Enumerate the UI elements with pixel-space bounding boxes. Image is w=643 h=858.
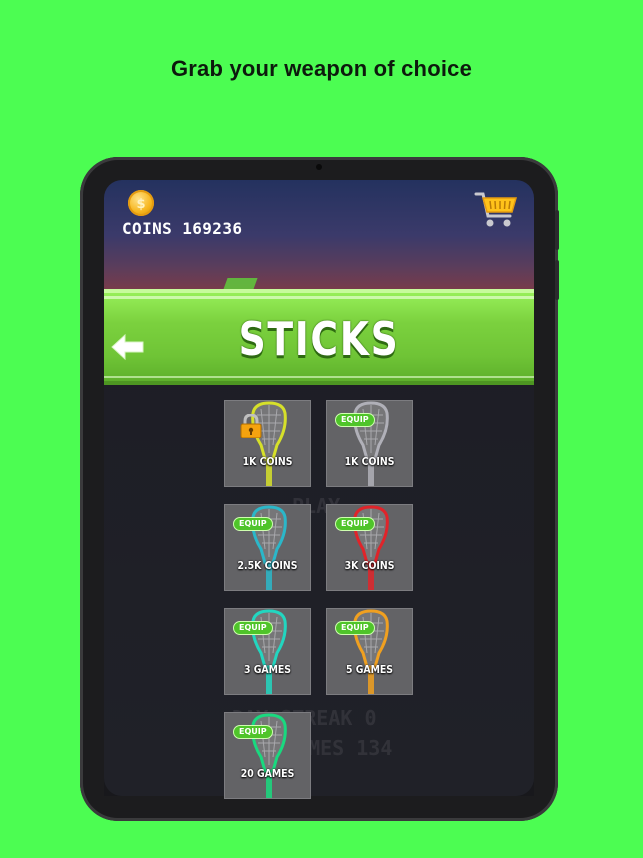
stick-price-label: 2.5K COINS <box>237 559 298 572</box>
overlay-dim <box>104 385 534 796</box>
stick-tile[interactable]: EQUIP 5 GAMES <box>326 608 413 695</box>
stick-tile[interactable]: EQUIP 2.5K COINS <box>224 504 311 591</box>
headline: Grab your weapon of choice <box>170 56 473 81</box>
lacrosse-stick-icon <box>251 401 287 486</box>
camera <box>316 164 322 170</box>
svg-text:$: $ <box>136 197 145 212</box>
banner-highlight <box>104 296 534 299</box>
stick-tile[interactable]: EQUIP 3 GAMES <box>224 608 311 695</box>
stick-price-label: 1K COINS <box>242 455 293 468</box>
page-title: STICKS <box>238 312 400 366</box>
equip-badge[interactable]: EQUIP <box>233 621 273 635</box>
stick-tile[interactable]: 1K COINS <box>224 400 311 487</box>
side-button <box>555 210 559 250</box>
stick-price-label: 3K COINS <box>344 559 395 572</box>
stick-tile[interactable]: EQUIP 20 GAMES <box>224 712 311 799</box>
equip-badge[interactable]: EQUIP <box>233 517 273 531</box>
equip-badge[interactable]: EQUIP <box>335 621 375 635</box>
shopping-cart-icon[interactable] <box>474 190 518 230</box>
equip-badge[interactable]: EQUIP <box>233 725 273 739</box>
stick-price-label: 1K COINS <box>344 455 395 468</box>
side-button-lower <box>555 260 559 300</box>
banner-highlight-bottom <box>104 376 534 378</box>
stick-price-label: 5 GAMES <box>345 663 394 676</box>
coin-icon: $ <box>128 190 154 216</box>
equip-badge[interactable]: EQUIP <box>335 413 375 427</box>
equip-badge[interactable]: EQUIP <box>335 517 375 531</box>
back-arrow-icon[interactable] <box>110 333 146 361</box>
stick-price-label: 20 GAMES <box>240 767 295 780</box>
coins-counter: COINS 169236 <box>122 219 243 238</box>
stick-price-label: 3 GAMES <box>243 663 292 676</box>
stick-tile[interactable]: EQUIP 1K COINS <box>326 400 413 487</box>
padlock-icon <box>240 413 262 439</box>
stick-tile[interactable]: EQUIP 3K COINS <box>326 504 413 591</box>
